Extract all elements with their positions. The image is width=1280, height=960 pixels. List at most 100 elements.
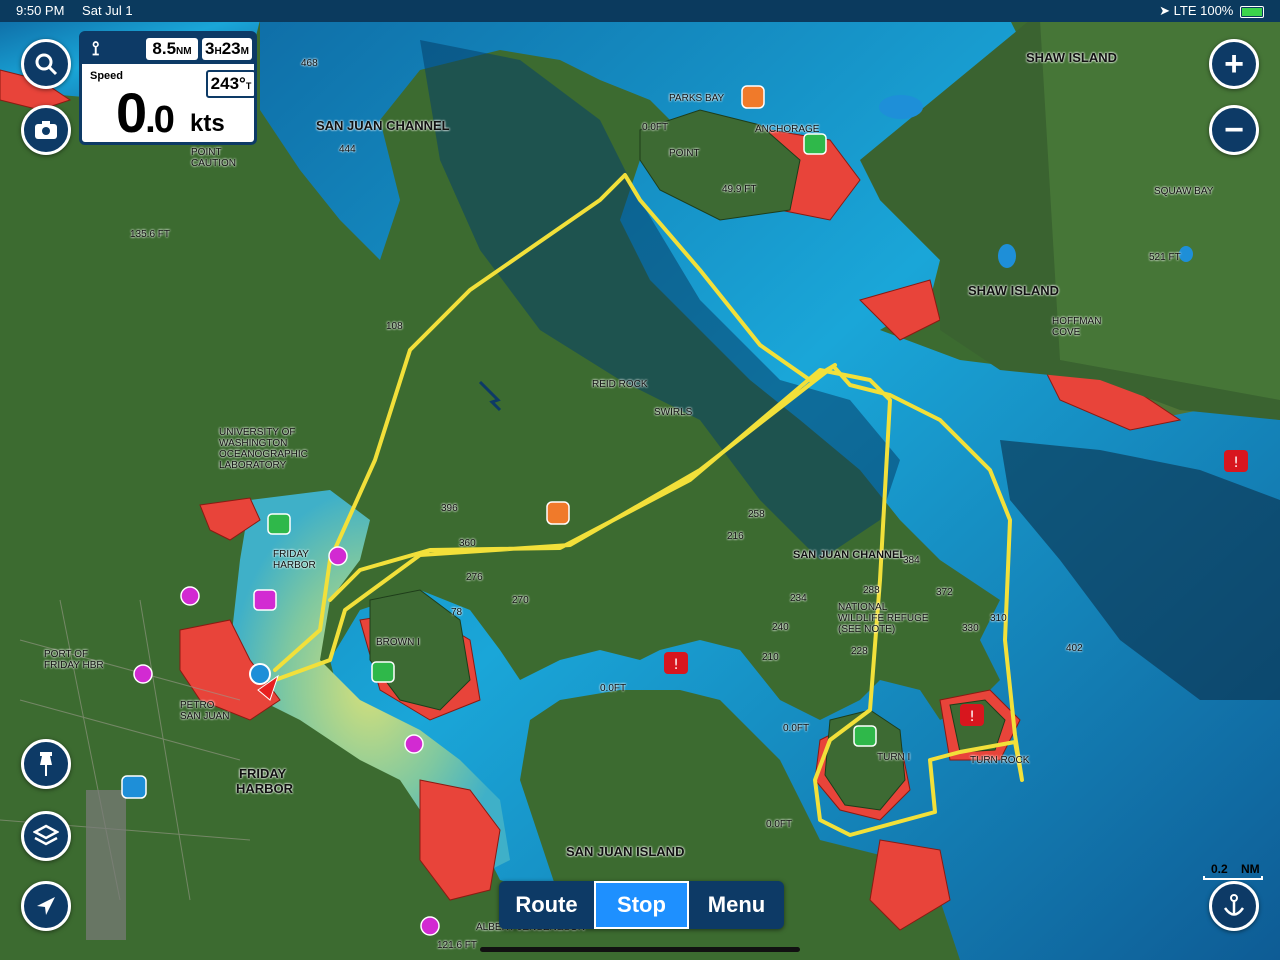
location-arrow-icon — [37, 897, 55, 915]
eta-m-unit: M — [240, 46, 249, 57]
marina-icon[interactable] — [404, 734, 424, 754]
search-button[interactable] — [21, 39, 71, 89]
label-friday-harbor-water-1: FRIDAY — [273, 549, 309, 560]
zoom-out-icon: − — [1224, 111, 1244, 149]
scale-line — [1203, 876, 1263, 880]
anchorage-icon[interactable] — [267, 513, 291, 535]
label-univ-1: UNIVERSITY OF — [219, 427, 296, 438]
label-turn-rock: TURN ROCK — [970, 755, 1030, 766]
pin-icon — [40, 752, 52, 776]
sounding: 216 — [727, 531, 744, 542]
label-petro-1: PETRO — [180, 700, 215, 711]
camera-button[interactable] — [21, 105, 71, 155]
distance-value: 8.5 — [152, 39, 177, 58]
label-san-juan-island: SAN JUAN ISLAND — [566, 844, 685, 859]
label-reid-rock: REID ROCK — [592, 379, 648, 390]
sounding: 360 — [459, 538, 476, 549]
sounding: 330 — [962, 623, 979, 634]
sounding: 310 — [990, 613, 1007, 624]
anchorage-icon[interactable] — [803, 133, 827, 155]
svg-text:!: ! — [673, 657, 679, 673]
label-depth-zero-a: 0.0FT — [600, 683, 627, 694]
zoom-in-icon: + — [1224, 45, 1244, 83]
label-univ-3: OCEANOGRAPHIC — [219, 449, 308, 460]
speed-whole: 0 — [116, 81, 147, 144]
marina-icon[interactable] — [133, 664, 153, 684]
bottom-action-bar: Route Stop Menu — [499, 881, 784, 929]
label-san-juan-channel-north: SAN JUAN CHANNEL — [316, 118, 450, 133]
anchor-alarm-icon — [1223, 894, 1245, 916]
search-icon — [35, 53, 58, 76]
label-depth-1216: 121.6 FT — [437, 940, 478, 951]
waypoint-pin[interactable] — [249, 663, 271, 685]
sounding: 78 — [451, 607, 463, 618]
anchorage-icon[interactable] — [853, 725, 877, 747]
navigation-gauge[interactable]: ⟟ 8.5NM 3H23M Speed 0.0 kts 243°T — [79, 31, 257, 145]
label-friday-harbor-water-2: HARBOR — [273, 560, 316, 571]
label-petro-2: SAN JUAN — [180, 711, 230, 722]
status-bar: 9:50 PM Sat Jul 1 ➤ LTE 100% — [0, 0, 1280, 22]
label-depth-135: 135.6 FT — [130, 229, 171, 240]
sounding: 240 — [772, 622, 789, 633]
shop-icon[interactable] — [121, 775, 147, 799]
label-depth-zero-b: 0.0FT — [783, 723, 810, 734]
scale-unit: NM — [1241, 862, 1260, 876]
label-depth-49: 49.9 FT — [722, 184, 757, 195]
zoom-in-button[interactable]: + — [1209, 39, 1259, 89]
layers-button[interactable] — [21, 811, 71, 861]
label-refuge-2: WILDLIFE REFUGE — [838, 613, 929, 624]
label-cove: COVE — [1052, 327, 1081, 338]
svg-text:!: ! — [1233, 455, 1239, 471]
speed-unit: kts — [190, 110, 225, 137]
menu-button[interactable]: Menu — [689, 881, 784, 929]
sounding: 444 — [339, 144, 356, 155]
poi-icon[interactable] — [546, 501, 570, 525]
marina-icon[interactable] — [180, 586, 200, 606]
sounding: 396 — [441, 503, 458, 514]
pin-button[interactable] — [21, 739, 71, 789]
layers-icon — [33, 824, 59, 846]
label-point: POINT — [669, 148, 700, 159]
label-friday-harbor-town-2: HARBOR — [236, 781, 294, 796]
sounding: 234 — [790, 593, 807, 604]
label-depth-521: 521 FT — [1149, 252, 1181, 263]
label-san-juan-channel-south: SAN JUAN CHANNEL — [793, 549, 907, 561]
marina-icon[interactable] — [420, 916, 440, 936]
svg-text:!: ! — [969, 709, 975, 725]
marina-icon[interactable] — [253, 589, 277, 611]
anchor-alarm-button[interactable] — [1209, 881, 1259, 931]
label-hoffman: HOFFMAN — [1052, 316, 1102, 327]
sounding: 288 — [863, 585, 880, 596]
locate-button[interactable] — [21, 881, 71, 931]
stop-button[interactable]: Stop — [594, 881, 689, 929]
zoom-out-button[interactable]: − — [1209, 105, 1259, 155]
label-depth-zero-d: 0.0FT — [642, 122, 669, 133]
label-univ-2: WASHINGTON — [219, 438, 288, 449]
speed-fraction: .0 — [145, 99, 175, 141]
eta-h-unit: H — [214, 46, 222, 57]
hazard-icon[interactable]: ! — [960, 704, 984, 726]
hazard-icon[interactable]: ! — [1224, 450, 1248, 472]
marina-icon[interactable] — [328, 546, 348, 566]
label-swirls: SWIRLS — [654, 407, 693, 418]
route-button[interactable]: Route — [499, 881, 594, 929]
battery-icon — [1240, 5, 1264, 18]
sounding: 258 — [748, 509, 765, 520]
anchorage-icon[interactable] — [371, 661, 395, 683]
sounding: 228 — [851, 646, 868, 657]
label-friday-harbor-town-1: FRIDAY — [239, 766, 287, 781]
label-refuge-3: (SEE NOTE) — [838, 624, 896, 635]
label-squaw-bay: SQUAW BAY — [1154, 186, 1214, 197]
label-shaw-island: SHAW ISLAND — [968, 283, 1059, 298]
speed-value: 0.0 — [116, 80, 175, 145]
label-univ-4: LABORATORY — [219, 460, 287, 471]
label-refuge-1: NATIONAL — [838, 602, 888, 613]
label-parks-bay: PARKS BAY — [669, 93, 725, 104]
time-to-go: 3H23M — [202, 38, 252, 60]
eta-minutes: 23 — [221, 39, 241, 58]
home-indicator[interactable] — [480, 947, 800, 952]
poi-icon[interactable] — [741, 85, 765, 109]
sounding: 108 — [386, 321, 403, 332]
hazard-icon[interactable]: ! — [664, 652, 688, 674]
scale-value: 0.2 — [1211, 862, 1228, 876]
